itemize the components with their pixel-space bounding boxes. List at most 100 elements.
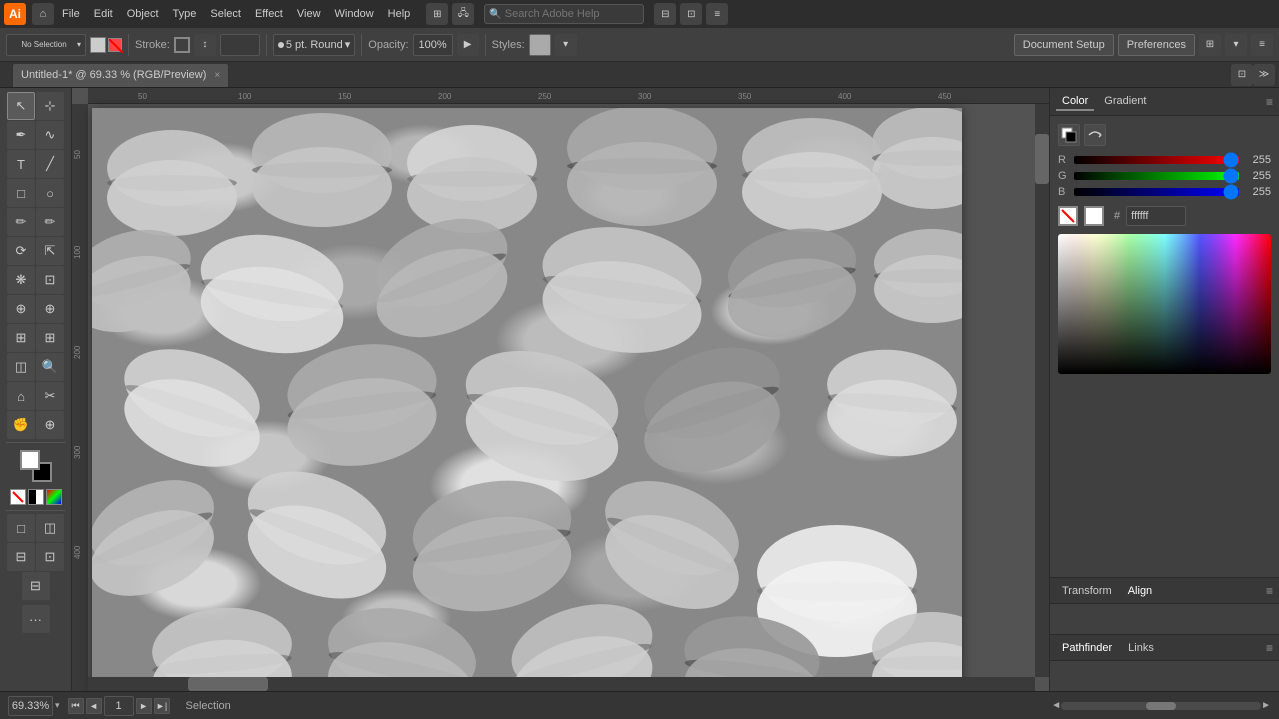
tab-transform[interactable]: Transform — [1056, 583, 1118, 599]
b-slider[interactable] — [1074, 188, 1239, 196]
hand-tool[interactable]: ✊ — [7, 411, 35, 439]
menu-window[interactable]: Window — [329, 6, 380, 22]
zoom-dropdown-icon[interactable]: ▾ — [55, 700, 60, 711]
hex-color-input[interactable] — [1126, 206, 1186, 226]
artboard-tools-icon[interactable]: ⊞ — [1199, 34, 1221, 56]
scroll-left-btn[interactable]: ◄ — [1051, 700, 1061, 711]
menu-effect[interactable]: Effect — [249, 6, 289, 22]
scrollbar-thumb-h[interactable] — [188, 677, 268, 691]
home-button[interactable]: ⌂ — [32, 3, 54, 25]
scroll-thumb[interactable] — [1146, 702, 1176, 710]
selection-tool[interactable]: ↖ — [7, 92, 35, 120]
draw-mode-behind[interactable]: ◫ — [36, 514, 64, 542]
stroke-indicator-panel[interactable] — [1084, 124, 1106, 146]
color-panel-options-icon[interactable]: ≡ — [1266, 95, 1273, 109]
scroll-right-btn[interactable]: ► — [1261, 700, 1271, 711]
scale-tool[interactable]: ⇱ — [36, 237, 64, 265]
more-options-icon[interactable]: ▾ — [1225, 34, 1247, 56]
scrollbar-horizontal[interactable] — [88, 677, 1035, 691]
curvature-tool[interactable]: ∿ — [36, 121, 64, 149]
g-slider[interactable] — [1074, 172, 1239, 180]
nav-last-button[interactable]: ►| — [154, 698, 170, 714]
stroke-color-swatch[interactable] — [174, 37, 190, 53]
menu-help[interactable]: Help — [382, 6, 417, 22]
document-setup-button[interactable]: Document Setup — [1014, 34, 1114, 56]
black-white-swatch[interactable] — [28, 489, 44, 505]
tab-pathfinder[interactable]: Pathfinder — [1056, 640, 1118, 656]
menu-type[interactable]: Type — [167, 6, 203, 22]
page-input[interactable] — [104, 696, 134, 716]
draw-mode-inside[interactable]: ⊟ — [7, 543, 35, 571]
zoom-tool[interactable]: ⊕ — [36, 411, 64, 439]
workspace-switcher[interactable]: 🖧 — [452, 3, 474, 25]
stroke-weight-input[interactable] — [220, 34, 260, 56]
tab-gradient[interactable]: Gradient — [1098, 93, 1152, 111]
live-paint-tool[interactable]: ⊕ — [36, 295, 64, 323]
free-transform-tool[interactable]: ⊡ — [36, 266, 64, 294]
direct-selection-tool[interactable]: ⊹ — [36, 92, 64, 120]
rect-tool[interactable]: □ — [7, 179, 35, 207]
toolbar-collapse-icon[interactable]: ≡ — [1251, 34, 1273, 56]
menu-file[interactable]: File — [56, 6, 86, 22]
warp-tool[interactable]: ❋ — [7, 266, 35, 294]
scrollbar-thumb-v[interactable] — [1035, 134, 1049, 184]
no-color-swatch[interactable] — [10, 489, 26, 505]
draw-mode-normal[interactable]: □ — [7, 514, 35, 542]
panel-toggle-btn[interactable]: ⊟ — [654, 3, 676, 25]
nav-first-button[interactable]: ⏮ — [68, 698, 84, 714]
r-slider[interactable] — [1074, 156, 1239, 164]
menu-view[interactable]: View — [291, 6, 327, 22]
white-swatch[interactable] — [1084, 206, 1104, 226]
fill-indicator[interactable] — [1058, 124, 1080, 146]
style-swatch[interactable] — [529, 34, 551, 56]
mesh-tool[interactable]: ⊞ — [36, 324, 64, 352]
search-input[interactable] — [505, 8, 640, 20]
workspace-icon[interactable]: ⊞ — [426, 3, 448, 25]
shape-builder-tool[interactable]: ⊕ — [7, 295, 35, 323]
panel-arrange-icon[interactable]: ⊡ — [1231, 64, 1253, 86]
document-tab[interactable]: Untitled-1* @ 69.33 % (RGB/Preview) × — [12, 63, 229, 87]
pencil-tool[interactable]: ✏ — [36, 208, 64, 236]
eyedropper-tool[interactable]: 🔍 — [36, 353, 64, 381]
pathfinder-panel-options-icon[interactable]: ≡ — [1266, 641, 1273, 655]
blend-tool[interactable]: ⌂ — [7, 382, 35, 410]
tab-close-button[interactable]: × — [214, 70, 220, 81]
opacity-input[interactable] — [413, 34, 453, 56]
perspective-tool[interactable]: ⊞ — [7, 324, 35, 352]
type-tool[interactable]: T — [7, 150, 35, 178]
arrange-btn[interactable]: ⊡ — [680, 3, 702, 25]
zoom-input[interactable] — [8, 696, 53, 716]
fill-color-swatch[interactable] — [90, 37, 106, 53]
tab-align[interactable]: Align — [1122, 583, 1158, 599]
menu-select[interactable]: Select — [204, 6, 247, 22]
style-dropdown-icon[interactable]: ▾ — [555, 34, 577, 56]
line-tool[interactable]: ╱ — [36, 150, 64, 178]
rotate-tool[interactable]: ⟳ — [7, 237, 35, 265]
selection-dropdown[interactable]: No Selection ▾ — [6, 34, 86, 56]
more-btn[interactable]: ≡ — [706, 3, 728, 25]
tab-color[interactable]: Color — [1056, 93, 1094, 111]
search-box[interactable]: 🔍 — [484, 4, 644, 24]
menu-edit[interactable]: Edit — [88, 6, 119, 22]
fg-bg-swatches[interactable] — [20, 450, 52, 482]
pen-tool[interactable]: ✒ — [7, 121, 35, 149]
stroke-arrow-icon[interactable]: ↕ — [194, 34, 216, 56]
color-spectrum[interactable] — [1058, 234, 1271, 374]
brush-size-selector[interactable]: 5 pt. Round ▾ — [273, 34, 355, 56]
gradient-tool[interactable]: ◫ — [7, 353, 35, 381]
preferences-button[interactable]: Preferences — [1118, 34, 1195, 56]
nav-prev-button[interactable]: ◄ — [86, 698, 102, 714]
canvas-document[interactable] — [92, 108, 962, 688]
no-paint-swatch[interactable] — [1058, 206, 1078, 226]
nav-next-button[interactable]: ► — [136, 698, 152, 714]
gradient-swatch[interactable] — [46, 489, 62, 505]
tab-links[interactable]: Links — [1122, 640, 1160, 656]
panel-options-icon[interactable]: ≫ — [1253, 64, 1275, 86]
scissors-tool[interactable]: ✂ — [36, 382, 64, 410]
foreground-color-swatch[interactable] — [20, 450, 40, 470]
opacity-expand-icon[interactable]: ▶ — [457, 34, 479, 56]
ellipse-tool[interactable]: ○ — [36, 179, 64, 207]
more-tools-button[interactable]: ··· — [22, 605, 50, 633]
screen-mode[interactable]: ⊡ — [36, 543, 64, 571]
transform-panel-options-icon[interactable]: ≡ — [1266, 584, 1273, 598]
